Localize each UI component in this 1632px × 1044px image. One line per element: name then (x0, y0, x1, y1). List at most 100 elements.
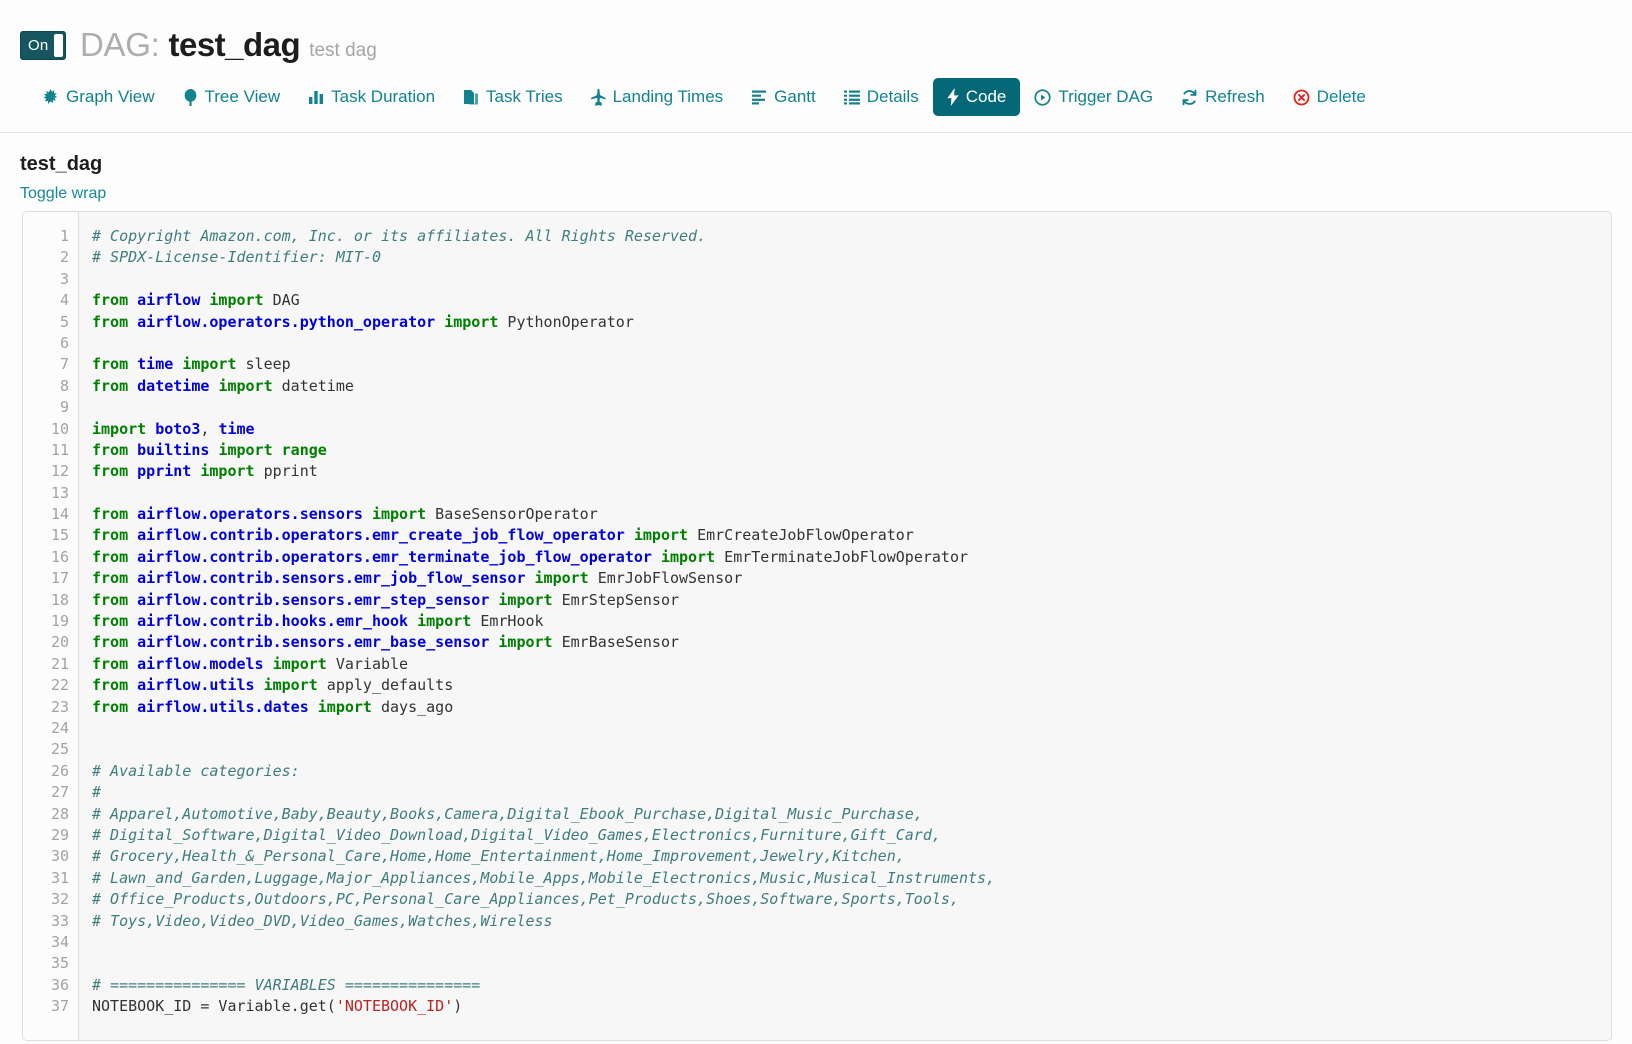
code-line: from pprint import pprint (92, 461, 1611, 482)
code-token: from (92, 633, 129, 652)
code-line: # =============== VARIABLES ============… (92, 975, 1611, 996)
code-token: pprint (137, 462, 192, 481)
bar-chart-icon (308, 89, 324, 105)
line-number: 31 (50, 868, 69, 887)
code-token: PythonOperator (498, 312, 634, 331)
code-token: # =============== VARIABLES ============… (92, 975, 481, 994)
code-token: boto3 (155, 419, 201, 438)
code-line: # Toys,Video,Video_DVD,Video_Games,Watch… (92, 911, 1611, 932)
line-number: 28 (50, 804, 69, 823)
code-token: # Grocery,Health_&_Personal_Care,Home,Ho… (92, 847, 905, 866)
dag-label: DAG: (80, 26, 160, 63)
code-token: range (272, 440, 327, 459)
code-token: , (200, 419, 219, 438)
code-token: # Digital_Software,Digital_Video_Downloa… (92, 825, 941, 844)
code-token: # Available categories: (92, 761, 300, 780)
line-number: 19 (50, 612, 69, 631)
code-line: # Available categories: (92, 761, 1611, 782)
code-token: EmrStepSensor (552, 590, 680, 609)
code-token: from (92, 355, 129, 374)
line-number: 26 (50, 761, 69, 780)
code-token: # Office_Products,Outdoors,PC,Personal_C… (92, 890, 959, 909)
line-number: 24 (50, 718, 69, 737)
refresh-icon (1181, 89, 1198, 106)
line-number: 32 (50, 890, 69, 909)
code-token: import (182, 355, 237, 374)
code-token: airflow.contrib.operators.emr_terminate_… (137, 547, 652, 566)
tab-tree-view[interactable]: Tree View (169, 78, 295, 116)
code-token: import (633, 526, 689, 545)
code-token: import (200, 462, 255, 481)
code-token: from (92, 505, 129, 524)
code-token: airflow.contrib.sensors.emr_step_sensor (137, 590, 490, 609)
line-number: 7 (59, 355, 69, 374)
tab-task-duration[interactable]: Task Duration (294, 78, 449, 116)
tab-graph-view[interactable]: Graph View (28, 78, 169, 116)
line-number: 20 (50, 633, 69, 652)
tab-refresh[interactable]: Refresh (1167, 78, 1279, 116)
code-token: EmrBaseSensor (552, 633, 680, 652)
tab-delete[interactable]: Delete (1279, 78, 1380, 116)
line-number: 27 (50, 783, 69, 802)
tab-landing-times[interactable]: Landing Times (577, 78, 738, 116)
tab-details[interactable]: Details (830, 78, 933, 116)
tab-code[interactable]: Code (932, 78, 1021, 116)
code-line: from time import sleep (92, 354, 1611, 375)
code-token: from (92, 462, 129, 481)
code-token: EmrJobFlowSensor (588, 569, 743, 588)
tab-task-tries[interactable]: Task Tries (449, 78, 577, 116)
code-token: from (92, 697, 129, 716)
code-token: Variable (326, 654, 409, 673)
line-number: 14 (50, 505, 69, 524)
code-token: import (444, 312, 499, 331)
code-token: airflow.utils (137, 676, 255, 695)
code-line: # Apparel,Automotive,Baby,Beauty,Books,C… (92, 804, 1611, 825)
tab-label: Delete (1316, 87, 1366, 106)
code-line: from airflow.contrib.hooks.emr_hook impo… (92, 611, 1611, 632)
code-line: from airflow.contrib.sensors.emr_step_se… (92, 590, 1611, 611)
code-line: # Copyright Amazon.com, Inc. or its affi… (92, 226, 1611, 247)
tab-label: Task Tries (486, 87, 563, 106)
code-content[interactable]: # Copyright Amazon.com, Inc. or its affi… (79, 212, 1611, 1040)
line-number: 25 (50, 740, 69, 759)
tab-gantt[interactable]: Gantt (737, 78, 830, 116)
line-number: 36 (50, 975, 69, 994)
code-token: import (417, 612, 472, 631)
line-number: 9 (59, 398, 69, 417)
line-number: 8 (59, 376, 69, 395)
code-token: # Copyright Amazon.com, Inc. or its affi… (92, 227, 707, 245)
code-viewer[interactable]: 1 2 3 4 5 6 7 8 9 10 11 12 13 14 15 16 17 18 19 20 21 22 23 24 2… (22, 211, 1612, 1041)
dag-pause-toggle[interactable]: On (20, 30, 66, 60)
code-token: datetime (272, 376, 354, 395)
code-token: import (498, 590, 553, 609)
code-token: # Lawn_and_Garden,Luggage,Major_Applianc… (92, 868, 996, 887)
dag-nav-tabs: Graph View Tree View Task Duration Task … (0, 64, 1632, 116)
tab-label: Tree View (204, 87, 281, 106)
code-token: time (137, 355, 174, 374)
code-token: # Toys,Video,Video_DVD,Video_Games,Watch… (92, 911, 553, 930)
code-line: from airflow.models import Variable (92, 654, 1611, 675)
code-token: from (92, 612, 129, 631)
line-number: 13 (50, 483, 69, 502)
toggle-wrap-link[interactable]: Toggle wrap (0, 176, 106, 203)
code-token: # Apparel,Automotive,Baby,Beauty,Books,C… (92, 804, 923, 823)
line-number: 22 (50, 676, 69, 695)
line-number: 4 (59, 291, 69, 310)
code-token: airflow.models (137, 654, 264, 673)
dag-description: test dag (309, 40, 377, 61)
line-number: 29 (50, 825, 69, 844)
code-token: 'NOTEBOOK_ID' (335, 997, 454, 1016)
tab-trigger-dag[interactable]: Trigger DAG (1020, 78, 1167, 116)
code-token: import (272, 654, 327, 673)
code-token: days_ago (371, 697, 454, 716)
